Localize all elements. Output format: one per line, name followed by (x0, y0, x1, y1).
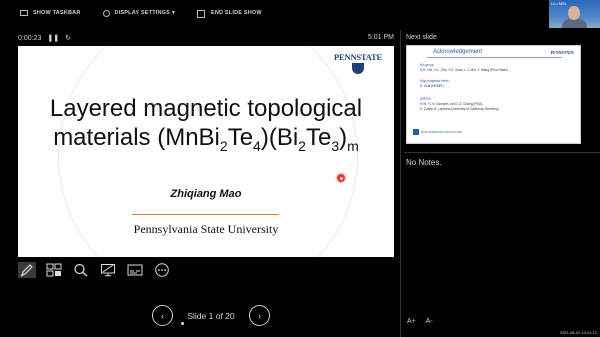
shield-icon (352, 63, 365, 74)
notes-font-controls: A+ A- (407, 318, 443, 325)
presenter-tools (18, 262, 180, 278)
ack-line: H.W. Yi, N. Samarth, and C.Z. Chang (PSU… (420, 102, 483, 106)
screen-icon (101, 264, 115, 277)
divider-line (132, 214, 279, 215)
funding-text: DOE SCIENCE FOR FUTURE (421, 130, 462, 134)
pause-icon[interactable]: ❚❚ (47, 34, 59, 42)
pennstate-logo: PENNSTATE (334, 52, 382, 74)
end-show-icon (196, 10, 206, 18)
current-time: 5:01 PM (367, 34, 394, 41)
pennstate-logo-small: PENNSTATE (550, 50, 574, 55)
display-settings-icon (102, 9, 110, 17)
recording-timestamp: 2021-08-02 14:01:12 (559, 330, 597, 335)
next-slide-label: Next slide (406, 34, 437, 41)
pane-divider[interactable] (400, 30, 401, 337)
more-options-icon (155, 263, 169, 277)
pen-icon (20, 264, 33, 277)
show-taskbar-button[interactable]: SHOW TASKBAR (20, 10, 81, 16)
decrease-font-button[interactable]: A- (426, 318, 433, 325)
previous-slide-button[interactable]: ‹ (152, 305, 173, 326)
end-slide-show-label: END SLIDE SHOW (210, 10, 262, 16)
elapsed-time: 0:00:23 (18, 34, 42, 42)
subtitles-icon (127, 264, 143, 276)
chevron-right-icon: › (258, 310, 261, 321)
slide-affiliation: Pennsylvania State University (133, 222, 279, 236)
ack-line: ARPES: (420, 97, 432, 101)
next-slide-button[interactable]: › (249, 305, 270, 326)
reset-icon[interactable]: ↻ (65, 34, 71, 42)
slide-navigation: ‹ Slide 1 of 20 › (152, 305, 270, 326)
current-slide[interactable]: PENNSTATE Layered magnetic topological m… (18, 46, 394, 257)
zoom-button[interactable] (72, 262, 90, 278)
taskbar-icon (20, 10, 28, 16)
ack-line: S. Zonjia, A. Lanzara (University of Cal… (420, 107, 499, 111)
ack-line: D. Graf (NHMFL) (420, 84, 445, 88)
slide-author: Zhiqiang Mao (170, 188, 242, 200)
chevron-left-icon: ‹ (161, 310, 164, 321)
webcam-video: LILI MIN (549, 0, 600, 28)
more-options-button[interactable] (153, 262, 171, 278)
subtitles-button[interactable] (126, 262, 144, 278)
laser-pointer (337, 174, 345, 182)
increase-font-button[interactable]: A+ (407, 318, 416, 325)
display-settings-button[interactable]: DISPLAY SETTINGS ▾ (102, 9, 175, 17)
participant-name: LILI MIN (551, 1, 567, 6)
slide-counter[interactable]: Slide 1 of 20 (173, 311, 249, 321)
slide-title: Layered magnetic topological materials (… (49, 95, 363, 154)
grid-view-icon (46, 263, 62, 277)
next-slide-preview[interactable]: Acknowledgement PENNSTATE Mn group: S.H.… (406, 45, 581, 144)
ack-line: Mn group: (420, 63, 435, 67)
presenter-toolbar: SHOW TASKBAR DISPLAY SETTINGS ▾ END SLID… (0, 0, 548, 26)
show-taskbar-label: SHOW TASKBAR (33, 10, 81, 16)
see-all-slides-button[interactable] (45, 262, 63, 278)
black-screen-button[interactable] (99, 262, 117, 278)
pen-tool-button[interactable] (18, 262, 36, 278)
ack-line: S.H. Lee, H.L. Zhu, Y.G. Guan, L.J. Min,… (420, 68, 508, 72)
speaker-notes[interactable]: No Notes. (406, 158, 442, 167)
chevron-down-icon: ▾ (172, 10, 175, 16)
next-slide-title: Acknowledgement (433, 49, 483, 55)
end-slide-show-button[interactable]: END SLIDE SHOW (196, 10, 262, 18)
zoom-icon (74, 263, 88, 277)
ack-line: High magnetic fields: (420, 79, 450, 83)
slide-timer: 0:00:23 ❚❚ ↻ (18, 34, 71, 43)
display-settings-label: DISPLAY SETTINGS (114, 10, 170, 16)
slide-progress-indicator (181, 322, 184, 325)
